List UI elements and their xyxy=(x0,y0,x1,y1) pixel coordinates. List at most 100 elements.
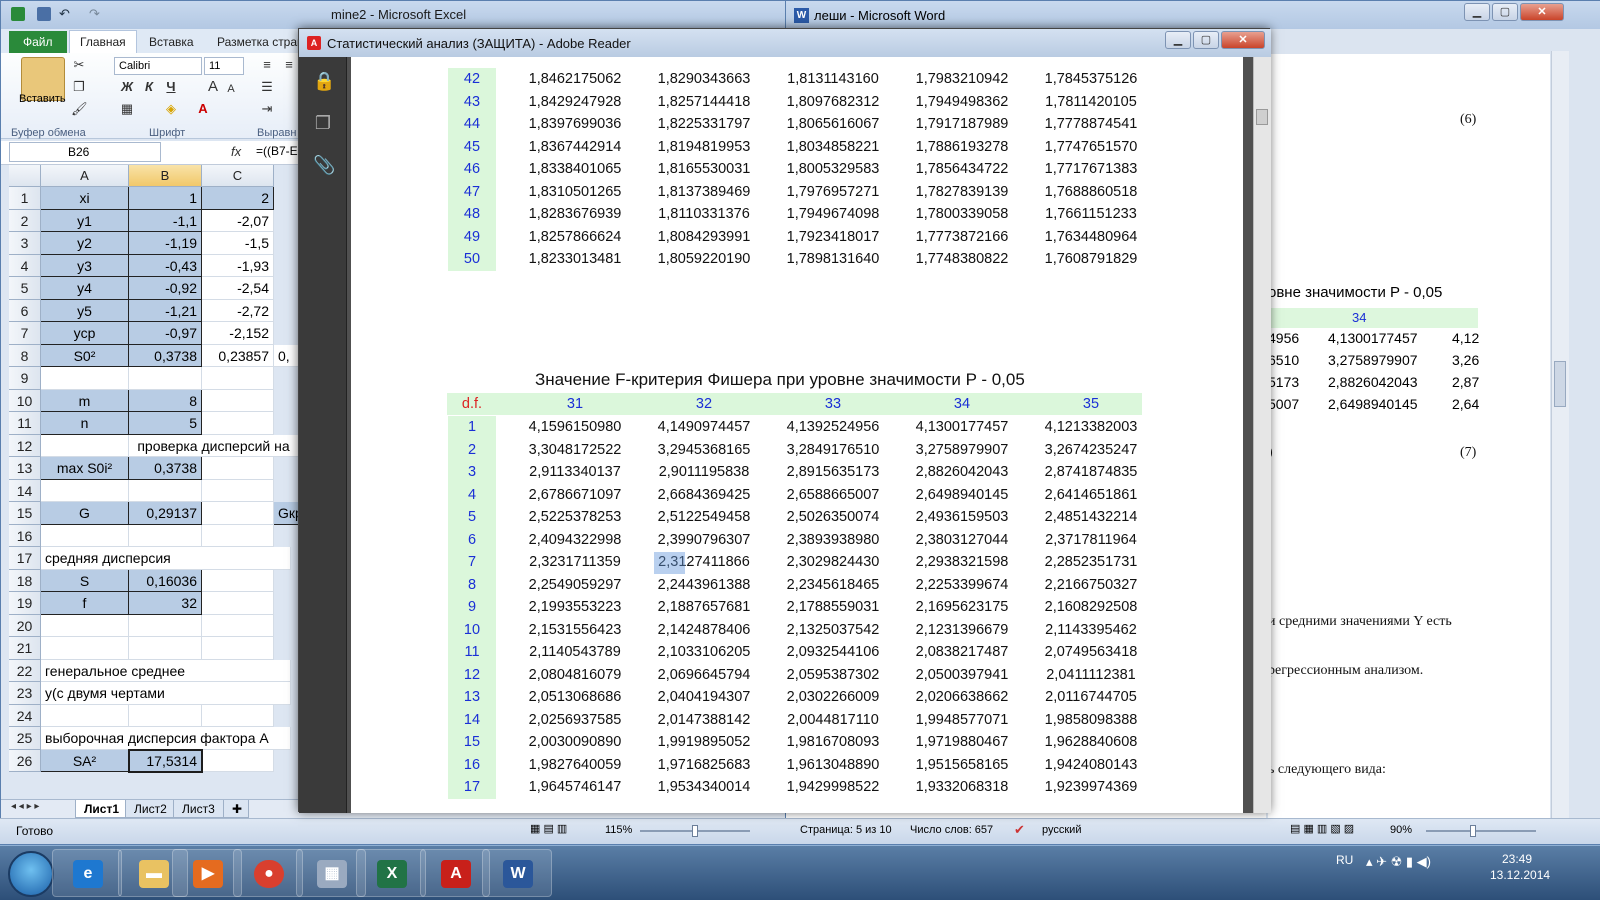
save-icon[interactable] xyxy=(37,7,51,21)
select-all-corner[interactable] xyxy=(9,165,41,187)
cell-b[interactable]: -1,1 xyxy=(129,209,202,232)
formula-input[interactable]: =((B7-E xyxy=(256,144,298,158)
word-status-language[interactable]: русский xyxy=(1042,824,1081,836)
cell-b[interactable]: -0,92 xyxy=(129,277,202,300)
cell-a[interactable] xyxy=(41,704,129,727)
cell-c[interactable] xyxy=(202,389,274,412)
cell-a[interactable]: yср xyxy=(41,322,129,345)
cell-a[interactable]: y4 xyxy=(41,277,129,300)
cell-a[interactable]: y5 xyxy=(41,299,129,322)
tab-page-layout[interactable]: Разметка стран xyxy=(217,35,304,49)
word-zoom-thumb[interactable] xyxy=(1470,825,1476,837)
fill-color-icon[interactable]: ◈ xyxy=(163,101,179,117)
cell-a[interactable]: генеральное среднее xyxy=(41,659,291,682)
cell-c[interactable]: -2,72 xyxy=(202,299,274,322)
underline-button[interactable]: Ч xyxy=(163,79,179,95)
row-header[interactable]: 21 xyxy=(9,637,41,660)
word-close-button[interactable]: ✕ xyxy=(1520,3,1564,21)
word-status-page[interactable]: Страница: 5 из 10 xyxy=(800,824,892,836)
cell-a[interactable]: f xyxy=(41,592,129,615)
row-header[interactable]: 8 xyxy=(9,344,41,367)
attachment-icon[interactable]: 📎 xyxy=(313,155,335,177)
cell-b[interactable] xyxy=(129,479,202,502)
cell-d[interactable]: Gкр xyxy=(274,502,299,525)
cell-c[interactable] xyxy=(202,614,274,637)
cell-a[interactable] xyxy=(41,637,129,660)
reader-close-button[interactable]: ✕ xyxy=(1221,31,1265,49)
row-header[interactable]: 25 xyxy=(9,727,41,750)
cell-c[interactable] xyxy=(202,749,274,772)
cell-c[interactable]: -1,93 xyxy=(202,254,274,277)
row-header[interactable]: 14 xyxy=(9,479,41,502)
function-icon[interactable]: fx xyxy=(231,144,241,159)
align-middle-icon[interactable]: ≡ xyxy=(281,57,297,73)
cell-b[interactable]: 8 xyxy=(129,389,202,412)
cell-b[interactable] xyxy=(129,637,202,660)
reader-scroll-thumb[interactable] xyxy=(1256,109,1268,125)
cell-c[interactable] xyxy=(202,524,274,547)
keyboard-language[interactable]: RU xyxy=(1336,853,1353,867)
sheet-tab-1[interactable]: Лист1 xyxy=(75,800,129,818)
taskbar-excel[interactable]: X xyxy=(356,849,426,897)
cell-a[interactable] xyxy=(41,614,129,637)
reader-maximize-button[interactable]: ▢ xyxy=(1193,31,1219,49)
cell-c[interactable] xyxy=(202,704,274,727)
cell-a[interactable]: S0² xyxy=(41,344,129,367)
spelling-icon[interactable]: ✔ xyxy=(1014,822,1025,838)
taskbar-ie[interactable]: e xyxy=(52,849,122,897)
row-header[interactable]: 15 xyxy=(9,502,41,525)
column-header-b[interactable]: B xyxy=(129,165,202,187)
cell-b[interactable]: проверка дисперсий на xyxy=(129,434,299,457)
row-header[interactable]: 3 xyxy=(9,232,41,255)
cell-b[interactable] xyxy=(129,524,202,547)
cell-b[interactable]: -1,21 xyxy=(129,299,202,322)
redo-icon[interactable]: ↷ xyxy=(89,7,103,21)
tray-icons[interactable]: ▴ ✈ ☢ ▮ ◀) xyxy=(1366,854,1431,870)
cell-c[interactable]: 2 xyxy=(202,187,274,210)
column-header-a[interactable]: A xyxy=(41,165,129,187)
row-header[interactable]: 7 xyxy=(9,322,41,345)
row-header[interactable]: 4 xyxy=(9,254,41,277)
cell-c[interactable] xyxy=(202,592,274,615)
row-header[interactable]: 11 xyxy=(9,412,41,435)
indent-icon[interactable]: ⇥ xyxy=(259,101,275,117)
font-name-select[interactable]: Calibri xyxy=(114,57,202,75)
clock-time[interactable]: 23:49 xyxy=(1502,852,1532,866)
word-zoom-slider[interactable] xyxy=(1426,830,1536,832)
row-header[interactable]: 5 xyxy=(9,277,41,300)
row-header[interactable]: 26 xyxy=(9,749,41,772)
cell-b[interactable] xyxy=(129,367,202,390)
undo-icon[interactable]: ↶ xyxy=(59,7,73,21)
clock-date[interactable]: 13.12.2014 xyxy=(1490,868,1550,882)
cell-c[interactable]: -2,07 xyxy=(202,209,274,232)
row-header[interactable]: 19 xyxy=(9,592,41,615)
cell-c[interactable] xyxy=(202,637,274,660)
row-header[interactable]: 12 xyxy=(9,434,41,457)
row-header[interactable]: 2 xyxy=(9,209,41,232)
row-header[interactable]: 13 xyxy=(9,457,41,480)
cell-a[interactable]: G xyxy=(41,502,129,525)
cell-b[interactable]: -0,97 xyxy=(129,322,202,345)
word-status-words[interactable]: Число слов: 657 xyxy=(910,824,993,836)
cell-a[interactable] xyxy=(41,367,129,390)
cell-b[interactable]: -1,19 xyxy=(129,232,202,255)
name-box[interactable]: B26 xyxy=(9,142,161,162)
cell-a[interactable]: n xyxy=(41,412,129,435)
pages-icon[interactable]: ❐ xyxy=(313,113,333,135)
row-header[interactable]: 22 xyxy=(9,659,41,682)
cell-c[interactable]: -2,54 xyxy=(202,277,274,300)
cell-b[interactable]: 1 xyxy=(129,187,202,210)
cell-c[interactable] xyxy=(202,457,274,480)
cell-c[interactable]: -1,5 xyxy=(202,232,274,255)
cell-a[interactable] xyxy=(41,479,129,502)
cell-b[interactable]: 32 xyxy=(129,592,202,615)
shrink-font-icon[interactable]: A xyxy=(223,81,239,97)
cell-b[interactable]: 0,29137 xyxy=(129,502,202,525)
cell-a[interactable]: y3 xyxy=(41,254,129,277)
row-header[interactable]: 9 xyxy=(9,367,41,390)
cell-c[interactable] xyxy=(202,479,274,502)
tab-insert[interactable]: Вставка xyxy=(149,35,194,49)
italic-button[interactable]: К xyxy=(141,79,157,95)
row-header[interactable]: 16 xyxy=(9,524,41,547)
cell-a[interactable]: S xyxy=(41,569,129,592)
